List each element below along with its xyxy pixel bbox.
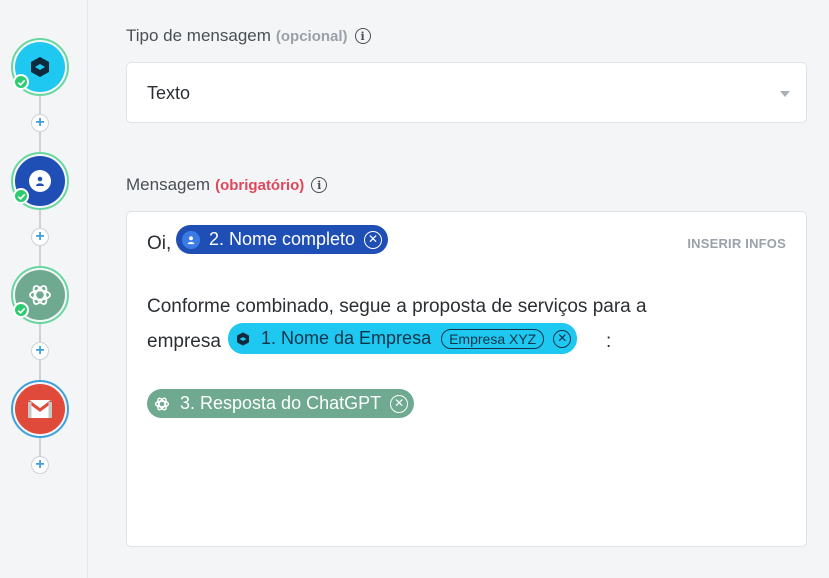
chatgpt-icon [29, 285, 51, 305]
message-type-label: Tipo de mensagem (opcional) i [126, 26, 371, 46]
info-icon[interactable]: i [311, 177, 328, 193]
add-step-button[interactable]: + [31, 228, 49, 246]
insert-info-button[interactable]: INSERIR INFOS [687, 236, 786, 251]
body-line-1: Conforme combinado, segue a proposta de … [147, 296, 647, 317]
chip-company-name[interactable]: 1. Nome da Empresa Empresa XYZ ✕ [228, 323, 578, 354]
check-icon [13, 302, 29, 318]
body-line-2-prefix: empresa [147, 331, 221, 352]
chip-chatgpt-response[interactable]: 3. Resposta do ChatGPT ✕ [147, 389, 415, 418]
chevron-down-icon [780, 91, 790, 97]
step-gmail-node[interactable] [11, 380, 69, 438]
step-chatgpt-node[interactable] [11, 266, 69, 324]
user-icon [29, 170, 51, 192]
check-icon [13, 74, 29, 90]
hexagon-logo-icon [31, 57, 49, 77]
main-panel: Tipo de mensagem (opcional) i Texto Mens… [88, 0, 829, 578]
chip-company-name-label: 1. Nome da Empresa [261, 328, 432, 348]
required-qualifier: (obrigatório) [215, 176, 305, 194]
message-type-select[interactable]: Texto [126, 62, 807, 123]
hexagon-logo-icon [234, 330, 252, 348]
info-icon[interactable]: i [354, 28, 371, 44]
chatgpt-icon [153, 395, 171, 413]
message-type-label-text: Tipo de mensagem [126, 26, 271, 45]
step-contact-node[interactable] [11, 152, 69, 210]
check-icon [13, 188, 29, 204]
step-company-node[interactable] [11, 38, 69, 96]
message-label: Mensagem (obrigatório) i [126, 175, 328, 195]
message-editor[interactable]: Oi, 2. Nome completo ✕ INSERIR INFOS Con… [126, 211, 807, 547]
gmail-icon [27, 399, 53, 418]
optional-qualifier: (opcional) [275, 27, 348, 45]
connector-line [39, 438, 41, 458]
sample-value-badge: Empresa XYZ [441, 328, 545, 349]
chip-full-name[interactable]: 2. Nome completo ✕ [176, 225, 389, 254]
greeting-text: Oi, [147, 233, 172, 254]
add-step-button[interactable]: + [31, 114, 49, 132]
workflow-sidebar: + + + + [0, 0, 88, 578]
body-line-2-suffix: : [606, 331, 612, 352]
chip-full-name-label: 2. Nome completo [209, 229, 356, 249]
message-type-value: Texto [147, 83, 191, 103]
close-icon[interactable]: ✕ [364, 230, 383, 249]
add-step-button[interactable]: + [31, 456, 49, 474]
chip-chatgpt-label: 3. Resposta do ChatGPT [180, 393, 382, 413]
message-label-text: Mensagem [126, 175, 211, 194]
user-icon [182, 230, 200, 249]
close-icon[interactable]: ✕ [553, 329, 572, 348]
close-icon[interactable]: ✕ [390, 394, 409, 413]
add-step-button[interactable]: + [31, 342, 49, 360]
